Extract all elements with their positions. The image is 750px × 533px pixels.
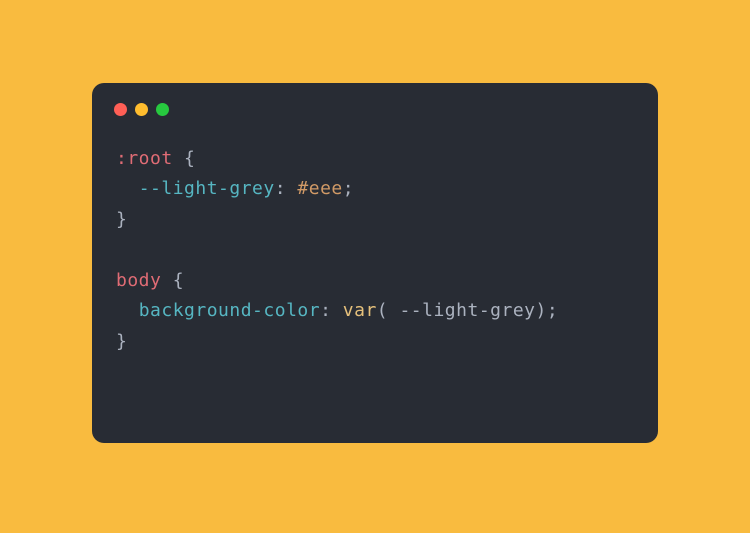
css-selector: body: [116, 270, 161, 291]
semicolon: ;: [547, 300, 558, 321]
css-property: --light-grey: [139, 178, 275, 199]
semicolon: ;: [343, 178, 354, 199]
colon: :: [275, 178, 298, 199]
code-window: :root { --light-grey: #eee; } body { bac…: [92, 83, 658, 443]
code-block: :root { --light-grey: #eee; } body { bac…: [116, 144, 634, 358]
minimize-icon[interactable]: [135, 103, 148, 116]
css-var-arg: --light-grey: [388, 300, 535, 321]
brace-close: }: [116, 331, 127, 352]
css-value: #eee: [297, 178, 342, 199]
indent: [116, 178, 139, 199]
paren-close: ): [536, 300, 547, 321]
maximize-icon[interactable]: [156, 103, 169, 116]
css-function: var: [343, 300, 377, 321]
css-selector: :root: [116, 148, 173, 169]
colon: :: [320, 300, 343, 321]
brace-open: {: [161, 270, 184, 291]
brace-open: {: [173, 148, 196, 169]
close-icon[interactable]: [114, 103, 127, 116]
brace-close: }: [116, 209, 127, 230]
window-controls: [114, 103, 634, 116]
css-property: background-color: [139, 300, 320, 321]
paren-open: (: [377, 300, 388, 321]
indent: [116, 300, 139, 321]
